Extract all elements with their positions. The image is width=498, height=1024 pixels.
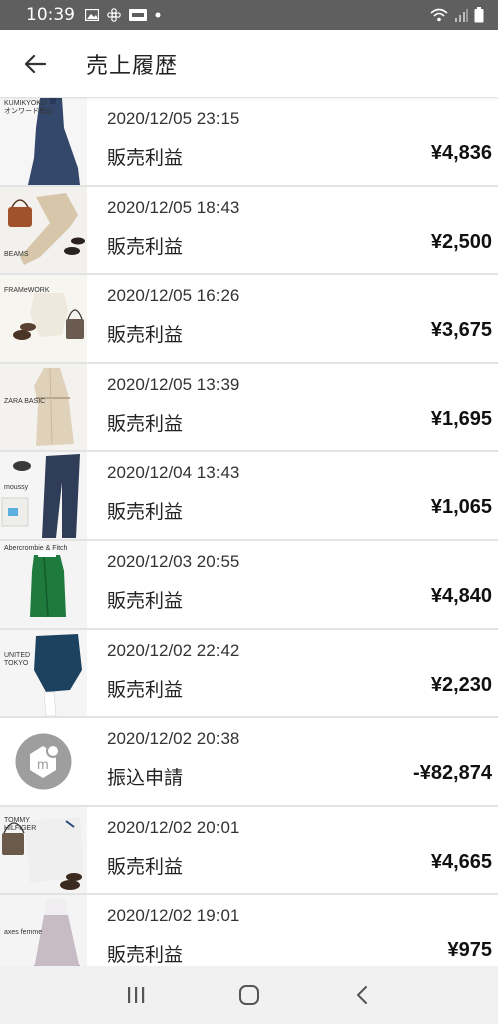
pinwheel-icon: [107, 8, 121, 22]
thumb-brand-label: ZARA BASIC: [4, 397, 46, 405]
row-date: 2020/12/04 13:43: [107, 463, 240, 483]
recents-icon: [128, 987, 145, 1003]
product-thumbnail: UNITED TOKYO: [0, 629, 87, 717]
list-item[interactable]: m 2020/12/02 20:38 振込申請 -¥82,874: [0, 718, 498, 807]
app-badge-icon: [129, 9, 147, 21]
battery-icon: [474, 7, 484, 23]
product-thumbnail: Abercrombie & Fitch: [0, 540, 87, 628]
product-thumbnail: FRAMeWORK: [0, 275, 87, 362]
thumb-brand-label: Abercrombie & Fitch: [4, 544, 68, 552]
row-date: 2020/12/02 19:01: [107, 906, 240, 926]
row-amount: ¥4,836: [430, 142, 492, 164]
status-time: 10:39: [26, 5, 75, 25]
recents-button[interactable]: [106, 970, 166, 1020]
list-item[interactable]: KUMIKYOKU オンワード樫山 2020/12/05 23:15 販売利益 …: [0, 98, 498, 187]
thumb-brand-label: axes femme: [4, 929, 43, 937]
status-bar: 10:39: [0, 0, 498, 30]
row-amount: ¥4,665: [430, 850, 492, 873]
row-type: 販売利益: [107, 235, 184, 258]
arrow-left-icon: [24, 54, 46, 73]
row-type: 販売利益: [107, 412, 184, 435]
row-type: 振込申請: [107, 767, 184, 790]
product-thumbnail: ZARA BASIC: [0, 363, 87, 451]
row-type: 販売利益: [107, 855, 184, 878]
list-item[interactable]: ZARA BASIC 2020/12/05 13:39 販売利益 ¥1,695: [0, 363, 498, 453]
back-button[interactable]: [0, 30, 70, 98]
list-item[interactable]: BEAMS 2020/12/05 18:43 販売利益 ¥2,500: [0, 186, 498, 276]
home-button[interactable]: [219, 970, 279, 1020]
product-thumbnail: axes femme: [0, 895, 87, 966]
thumb-brand-label: KUMIKYOKU オンワード樫山: [4, 100, 53, 115]
app-bar: 売上履歴: [0, 30, 498, 98]
product-thumbnail: moussy: [0, 452, 87, 539]
product-thumbnail: BEAMS: [0, 186, 87, 274]
row-type: 販売利益: [107, 147, 184, 169]
row-type: 販売利益: [107, 678, 184, 701]
sales-history-list[interactable]: KUMIKYOKU オンワード樫山 2020/12/05 23:15 販売利益 …: [0, 98, 498, 966]
svg-text:m: m: [37, 756, 49, 772]
row-amount: ¥1,065: [430, 496, 492, 519]
list-item[interactable]: Abercrombie & Fitch 2020/12/03 20:55 販売利…: [0, 540, 498, 630]
row-date: 2020/12/05 16:26: [107, 286, 240, 306]
back-chevron-icon: [356, 986, 367, 1004]
thumb-brand-label: UNITED TOKYO: [4, 651, 31, 667]
list-item[interactable]: moussy 2020/12/04 13:43 販売利益 ¥1,065: [0, 452, 498, 541]
list-item[interactable]: axes femme 2020/12/02 19:01 販売利益 ¥975: [0, 895, 498, 966]
list-item[interactable]: UNITED TOKYO 2020/12/02 22:42 販売利益 ¥2,23…: [0, 629, 498, 719]
system-nav-bar: [0, 966, 498, 1024]
transfer-thumbnail: m: [0, 718, 87, 805]
row-type: 販売利益: [107, 589, 184, 612]
home-icon: [238, 985, 259, 1005]
row-date: 2020/12/05 13:39: [107, 374, 240, 394]
row-amount: ¥2,230: [430, 673, 492, 696]
row-date: 2020/12/05 18:43: [107, 197, 240, 217]
page-title: 売上履歴: [86, 53, 179, 79]
row-amount: ¥4,840: [430, 584, 492, 607]
product-thumbnail: KUMIKYOKU オンワード樫山: [0, 98, 87, 185]
row-amount: -¥82,874: [413, 762, 492, 785]
row-type: 販売利益: [107, 501, 184, 524]
status-icons-right: [430, 7, 484, 23]
list-item[interactable]: TOMMY HILFIGER 2020/12/02 20:01 販売利益 ¥4,…: [0, 806, 498, 896]
row-amount: ¥975: [447, 939, 493, 962]
system-back-button[interactable]: [332, 970, 392, 1020]
image-icon: [85, 9, 99, 21]
status-icons-left: [85, 8, 161, 22]
row-amount: ¥2,500: [430, 230, 492, 253]
row-date: 2020/12/02 20:38: [107, 729, 240, 749]
wifi-icon: [430, 8, 448, 22]
thumb-brand-label: moussy: [4, 484, 29, 492]
list-item[interactable]: FRAMeWORK 2020/12/05 16:26 販売利益 ¥3,675: [0, 275, 498, 364]
dot-icon: [155, 12, 161, 18]
thumb-brand-label: FRAMeWORK: [4, 287, 50, 295]
thumb-brand-label: TOMMY HILFIGER: [4, 816, 37, 832]
mercari-logo-icon: m: [15, 733, 72, 790]
row-type: 販売利益: [107, 324, 184, 347]
row-date: 2020/12/02 20:01: [107, 817, 240, 837]
row-date: 2020/12/03 20:55: [107, 551, 240, 571]
row-date: 2020/12/05 23:15: [107, 109, 240, 128]
row-amount: ¥3,675: [430, 319, 492, 342]
row-date: 2020/12/02 22:42: [107, 640, 240, 660]
thumb-brand-label: BEAMS: [4, 250, 29, 258]
product-thumbnail: TOMMY HILFIGER: [0, 806, 87, 894]
row-type: 販売利益: [107, 944, 184, 966]
signal-icon: [455, 9, 468, 22]
row-amount: ¥1,695: [430, 407, 492, 430]
